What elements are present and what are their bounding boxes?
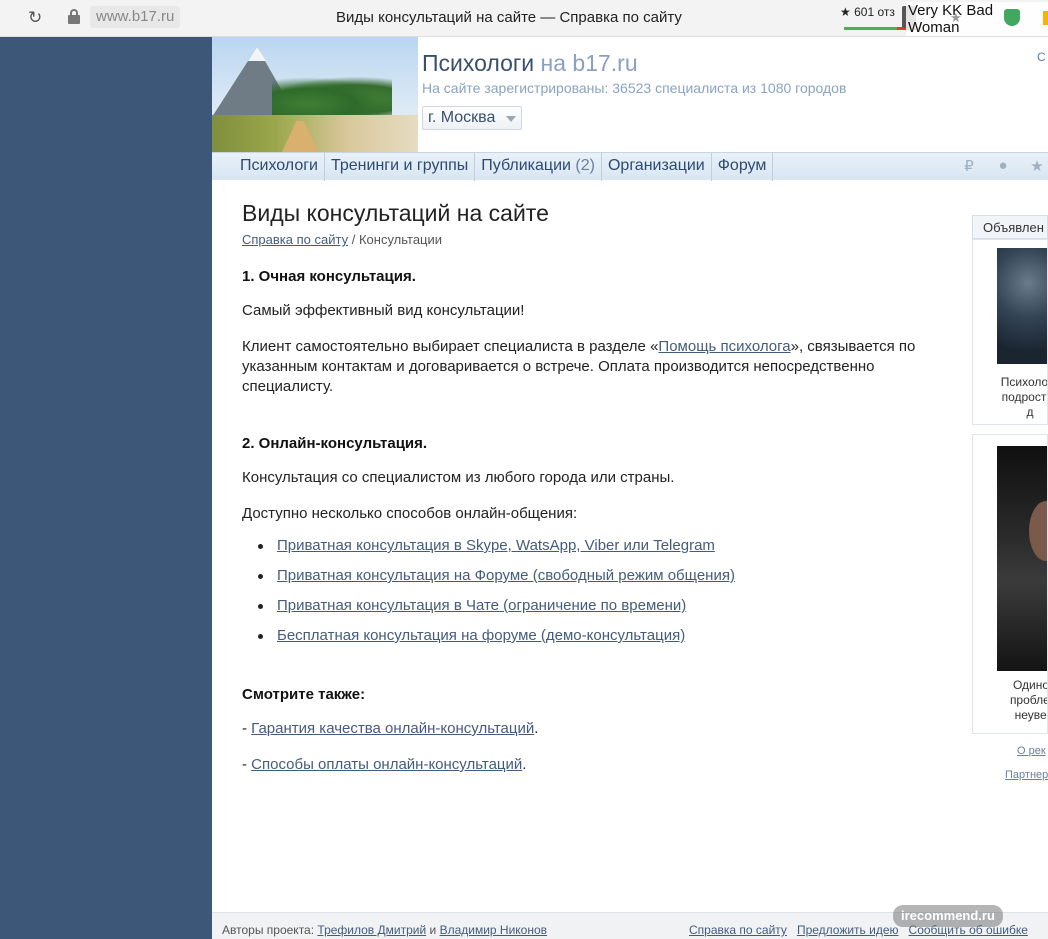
see-also-item: - Способы оплаты онлайн-консультаций. <box>242 755 947 775</box>
option-link[interactable]: Приватная консультация на Форуме (свобод… <box>277 567 735 584</box>
ad-line: Психологи <box>1000 375 1048 389</box>
address-bar[interactable]: www.b17.ru <box>90 6 181 28</box>
ad-image[interactable] <box>997 248 1047 364</box>
online-options-list: Приватная консультация в Skype, WatsApp,… <box>258 536 947 646</box>
option-link[interactable]: Приватная консультация в Skype, WatsApp,… <box>277 537 715 554</box>
section-heading-in-person: 1. Очная консультация. <box>242 268 416 285</box>
period: . <box>534 720 539 737</box>
site-header: Психологи на b17.ru На сайте зарегистрир… <box>212 37 1048 152</box>
ad-line: проблем <box>1009 693 1047 707</box>
quality-guarantee-link[interactable]: Гарантия качества онлайн-консультаций <box>251 720 534 737</box>
nav-label: Форум <box>717 157 767 174</box>
paragraph: Самый эффективный вид консультации! <box>242 302 525 319</box>
nav-label: Психологи <box>240 157 318 174</box>
partners-link[interactable]: Партнер <box>1005 769 1048 781</box>
site-subtitle: На сайте зарегистрированы: 36523 специал… <box>422 80 847 96</box>
help-psychologist-link[interactable]: Помощь психолога <box>658 338 790 355</box>
footer-authors: Авторы проекта: Трефилов Дмитрий и Влади… <box>222 923 547 937</box>
main-content: Виды консультаций на сайте Справка по са… <box>242 200 947 775</box>
breadcrumb: Справка по сайту / Консультации <box>242 232 947 247</box>
page-title: Виды консультаций на сайте <box>242 200 549 226</box>
city-value: г. Москва <box>428 109 496 126</box>
ad-card[interactable]: Одиноч проблем неувер <box>972 434 1048 734</box>
breadcrumb-help-link[interactable]: Справка по сайту <box>242 232 348 247</box>
authors-label: Авторы проекта: <box>222 923 315 937</box>
nav-label: Организации <box>607 157 705 174</box>
section-heading-online: 2. Онлайн-консультация. <box>242 435 428 452</box>
about-ads-link[interactable]: О рек <box>1017 745 1046 757</box>
chat-icon[interactable]: ● <box>992 157 1014 177</box>
breadcrumb-separator: / <box>351 232 356 247</box>
city-select[interactable]: г. Москва <box>422 106 522 130</box>
ad-card[interactable]: Психологи подростко д <box>972 239 1048 425</box>
header-banner-image[interactable] <box>212 37 418 152</box>
header-top-right-link[interactable]: С <box>1037 50 1046 64</box>
breadcrumb-current: Консультации <box>358 232 443 247</box>
ads-sidebar: Объявлен Психологи подростко д Одиноч пр… <box>972 215 1048 915</box>
paragraph: Доступно несколько способов онлайн-общен… <box>242 505 578 522</box>
option-link[interactable]: Приватная консультация в Чате (ограничен… <box>277 597 686 614</box>
watermark-logo: irecommend.ru <box>893 905 1003 927</box>
ad-image[interactable] <box>997 446 1047 671</box>
extension-yellow-icon[interactable] <box>1043 11 1048 25</box>
browser-toolbar: ↻ www.b17.ru Виды консультаций на сайте … <box>0 0 1048 37</box>
ruble-icon[interactable]: ₽ <box>958 157 980 177</box>
footer-help-link[interactable]: Справка по сайту <box>689 923 787 937</box>
paragraph: Клиент самостоятельно выбирает специалис… <box>242 337 947 397</box>
nav-item-psychologists[interactable]: Психологи <box>234 153 325 181</box>
author-link[interactable]: Трефилов Дмитрий <box>317 923 426 937</box>
lock-icon[interactable] <box>68 9 80 24</box>
nav-item-organizations[interactable]: Организации <box>602 153 712 181</box>
nav-item-forum[interactable]: Форум <box>712 153 774 181</box>
suggest-idea-link[interactable]: Предложить идею <box>797 923 899 937</box>
ad-text[interactable]: Одиноч проблем неувер <box>989 678 1047 723</box>
payment-methods-link[interactable]: Способы оплаты онлайн-консультаций <box>251 756 522 773</box>
period: . <box>522 756 527 773</box>
site-title[interactable]: Психологи на b17.ru <box>422 50 638 77</box>
nav-item-publications[interactable]: Публикации (2) <box>475 153 602 181</box>
overlay-caption: Very KK Bad Woman <box>906 2 1048 36</box>
caret-down-icon <box>506 116 516 122</box>
paragraph: Консультация со специалистом из любого г… <box>242 469 675 486</box>
see-also-heading: Смотрите также: <box>242 686 366 703</box>
shield-icon[interactable] <box>1004 9 1020 26</box>
text: Клиент самостоятельно выбирает специалис… <box>242 338 659 355</box>
dash: - <box>242 756 247 773</box>
nav-label: Тренинги и группы <box>331 157 469 174</box>
ads-header: Объявлен <box>972 215 1048 239</box>
ad-line: подростко <box>1001 390 1047 404</box>
tab-title: Виды консультаций на сайте — Справка по … <box>336 9 682 26</box>
author-link[interactable]: Владимир Никонов <box>440 923 547 937</box>
star-icon[interactable]: ★ <box>1026 157 1048 177</box>
ad-line: д <box>1026 405 1034 419</box>
main-nav: Психологи Тренинги и группы Публикации (… <box>212 152 1048 181</box>
nav-label: Публикации <box>481 157 571 174</box>
ad-text[interactable]: Психологи подростко д <box>985 375 1048 420</box>
see-also-item: - Гарантия качества онлайн-консультаций. <box>242 719 947 739</box>
reload-icon[interactable]: ↻ <box>28 8 42 28</box>
list-item: Бесплатная консультация на форуме (демо-… <box>258 626 947 646</box>
reviews-count: ★ 601 отз <box>840 5 895 19</box>
ad-line: неувер <box>1014 708 1047 722</box>
list-item: Приватная консультация в Чате (ограничен… <box>258 596 947 616</box>
list-item: Приватная консультация на Форуме (свобод… <box>258 566 947 586</box>
nav-item-trainings[interactable]: Тренинги и группы <box>325 153 476 181</box>
bookmark-star-icon[interactable]: ★ <box>950 10 962 26</box>
option-link[interactable]: Бесплатная консультация на форуме (демо-… <box>277 627 685 644</box>
nav-count: (2) <box>575 157 595 174</box>
left-background-column <box>0 37 212 939</box>
list-item: Приватная консультация в Skype, WatsApp,… <box>258 536 947 556</box>
ad-line: Одиноч <box>1012 678 1047 692</box>
and-text: и <box>429 923 437 937</box>
dash: - <box>242 720 247 737</box>
site-title-suffix: на b17.ru <box>540 50 638 76</box>
site-title-main: Психологи <box>422 50 535 76</box>
